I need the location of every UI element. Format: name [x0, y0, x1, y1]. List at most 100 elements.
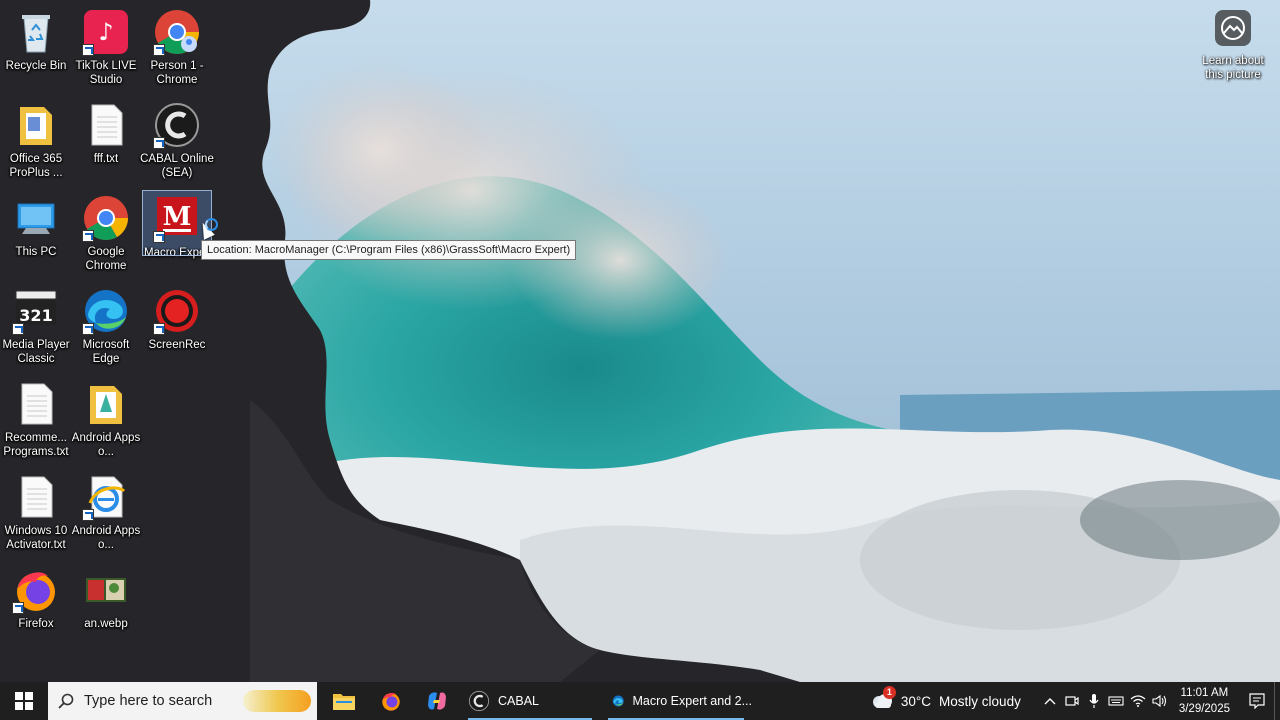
- desktop-icon-label: Microsoft Edge: [82, 339, 130, 365]
- desktop-icon-label: Office 365 ProPlus ...: [9, 153, 63, 179]
- folder-icon: [82, 380, 130, 428]
- tray-wifi[interactable]: [1127, 682, 1149, 720]
- tray-microphone[interactable]: [1083, 682, 1105, 720]
- edge-icon: [612, 695, 624, 707]
- action-center-button[interactable]: [1240, 682, 1274, 720]
- media-player-icon: 321: [12, 287, 60, 335]
- macro-expert-icon: M: [153, 195, 201, 243]
- desktop-icon-label: Android Apps o...: [71, 432, 141, 458]
- chrome-icon: [82, 194, 130, 242]
- computer-icon: [12, 194, 60, 242]
- desktop-icon-label: fff.txt: [93, 153, 119, 165]
- microphone-icon: [1089, 694, 1099, 708]
- desktop-icon-label: Recomme... Programs.txt: [3, 432, 69, 458]
- firefox-icon: [12, 566, 60, 614]
- speaker-icon: [1152, 694, 1166, 708]
- camera-icon: [1215, 10, 1251, 46]
- text-file-icon: [12, 380, 60, 428]
- desktop-icon-label: Recycle Bin: [5, 60, 67, 72]
- svg-text:♪: ♪: [98, 18, 113, 46]
- desktop-icon-fff-txt[interactable]: fff.txt: [70, 97, 142, 185]
- desktop-icon-person-1-chrome[interactable]: Person 1 - Chrome: [141, 4, 213, 92]
- taskbar-firefox[interactable]: [368, 682, 414, 720]
- taskbar-edge-macro-expert[interactable]: Macro Expert and 2...: [600, 682, 752, 720]
- taskbar: Type here to search CABAL Macro Expert a…: [0, 682, 1280, 720]
- desktop-icon-label: This PC: [15, 246, 57, 258]
- clock-time: 11:01 AM: [1180, 687, 1229, 699]
- desktop-icon-label: Firefox: [18, 618, 54, 630]
- windows-icon: [15, 692, 33, 710]
- tray-language[interactable]: [1105, 682, 1127, 720]
- desktop-icon-label: an.webp: [84, 618, 128, 630]
- start-button[interactable]: [0, 682, 48, 720]
- desktop-icon-label: Media Player Classic: [2, 339, 70, 365]
- keyboard-icon: [1108, 696, 1124, 706]
- wifi-icon: [1130, 695, 1146, 707]
- desktop-icon-an-webp[interactable]: an.webp: [70, 562, 142, 650]
- svg-text:321: 321: [19, 306, 52, 325]
- taskbar-cabal[interactable]: CABAL: [460, 682, 600, 720]
- desktop-icon-label: Windows 10 Activator.txt: [4, 525, 68, 551]
- tray-volume[interactable]: [1149, 682, 1171, 720]
- show-desktop-button[interactable]: [1274, 682, 1280, 720]
- cabal-icon: [468, 690, 490, 712]
- text-file-icon: [12, 473, 60, 521]
- location-tooltip: Location: MacroManager (C:\Program Files…: [201, 240, 577, 260]
- desktop-icon-windows-10-activator[interactable]: Windows 10 Activator.txt: [0, 469, 72, 557]
- desktop-icon-screenrec[interactable]: ScreenRec: [141, 283, 213, 371]
- learn-about-label: Learn about this picture: [1202, 55, 1264, 81]
- system-tray: 1 30°C Mostly cloudy 11:01 AM 3/29/2025: [871, 682, 1280, 720]
- tiktok-live-icon: ♪: [82, 8, 130, 56]
- desktop-icon-recommended-programs[interactable]: Recomme... Programs.txt: [0, 376, 72, 464]
- desktop-icon-cabal-online[interactable]: CABAL Online (SEA): [140, 97, 214, 185]
- search-placeholder: Type here to search: [84, 693, 213, 709]
- recycle-bin-icon: [12, 8, 60, 56]
- folder-icon: [12, 101, 60, 149]
- desktop-icon-label: CABAL Online (SEA): [140, 153, 214, 179]
- desktop-icon-google-chrome[interactable]: Google Chrome: [70, 190, 142, 278]
- show-hidden-icons-button[interactable]: [1039, 682, 1061, 720]
- screenrec-icon: [153, 287, 201, 335]
- taskbar-app-label: Macro Expert and 2...: [632, 694, 752, 708]
- image-file-icon: [82, 566, 130, 614]
- camera-video-icon: [1065, 696, 1079, 706]
- desktop-icon-media-player-classic[interactable]: 321 Media Player Classic: [0, 283, 72, 371]
- search-highlight-image: [243, 690, 311, 712]
- desktop-icon-this-pc[interactable]: This PC: [0, 190, 72, 278]
- notification-icon: [1249, 693, 1265, 709]
- weather-alert-badge: 1: [882, 686, 896, 699]
- desktop-icon-label: TikTok LIVE Studio: [75, 60, 137, 86]
- desktop-icon-label: Person 1 - Chrome: [150, 60, 204, 86]
- desktop-icon-recycle-bin[interactable]: Recycle Bin: [0, 4, 72, 92]
- chrome-profile-icon: [153, 8, 201, 56]
- system-clock[interactable]: 11:01 AM 3/29/2025: [1179, 685, 1230, 717]
- svg-text:M: M: [163, 202, 192, 232]
- search-box[interactable]: Type here to search: [48, 682, 317, 720]
- firefox-icon: [382, 692, 400, 711]
- desktop-icon-microsoft-edge[interactable]: Microsoft Edge: [70, 283, 142, 371]
- weather-widget[interactable]: 1 30°C Mostly cloudy: [871, 686, 1021, 709]
- desktop-icon-label: ScreenRec: [148, 339, 206, 351]
- desktop-icon-office-365[interactable]: Office 365 ProPlus ...: [0, 97, 72, 185]
- copilot-icon: [428, 692, 446, 710]
- taskbar-file-explorer[interactable]: [320, 682, 368, 720]
- cabal-icon: [153, 101, 201, 149]
- file-explorer-icon: [333, 694, 355, 710]
- desktop-icon-android-apps-2[interactable]: Android Apps o...: [70, 469, 142, 557]
- desktop-icon-label: Google Chrome: [85, 246, 127, 272]
- busy-cursor-icon: [205, 218, 218, 231]
- weather-condition: Mostly cloudy: [939, 693, 1021, 709]
- search-icon: [58, 693, 74, 709]
- clock-date: 3/29/2025: [1178, 703, 1230, 715]
- taskbar-copilot[interactable]: [414, 682, 460, 720]
- internet-explorer-icon: [82, 473, 130, 521]
- chevron-up-icon: [1044, 698, 1056, 705]
- desktop-icon-firefox[interactable]: Firefox: [0, 562, 72, 650]
- desktop-icon-tiktok-live-studio[interactable]: ♪ TikTok LIVE Studio: [70, 4, 142, 92]
- desktop-icon-android-apps-1[interactable]: Android Apps o...: [70, 376, 142, 464]
- text-file-icon: [82, 101, 130, 149]
- learn-about-this-picture[interactable]: Learn about this picture: [1198, 10, 1268, 82]
- tray-meet-now[interactable]: [1061, 682, 1083, 720]
- desktop-icon-label: Android Apps o...: [71, 525, 141, 551]
- taskbar-app-label: CABAL: [498, 694, 539, 708]
